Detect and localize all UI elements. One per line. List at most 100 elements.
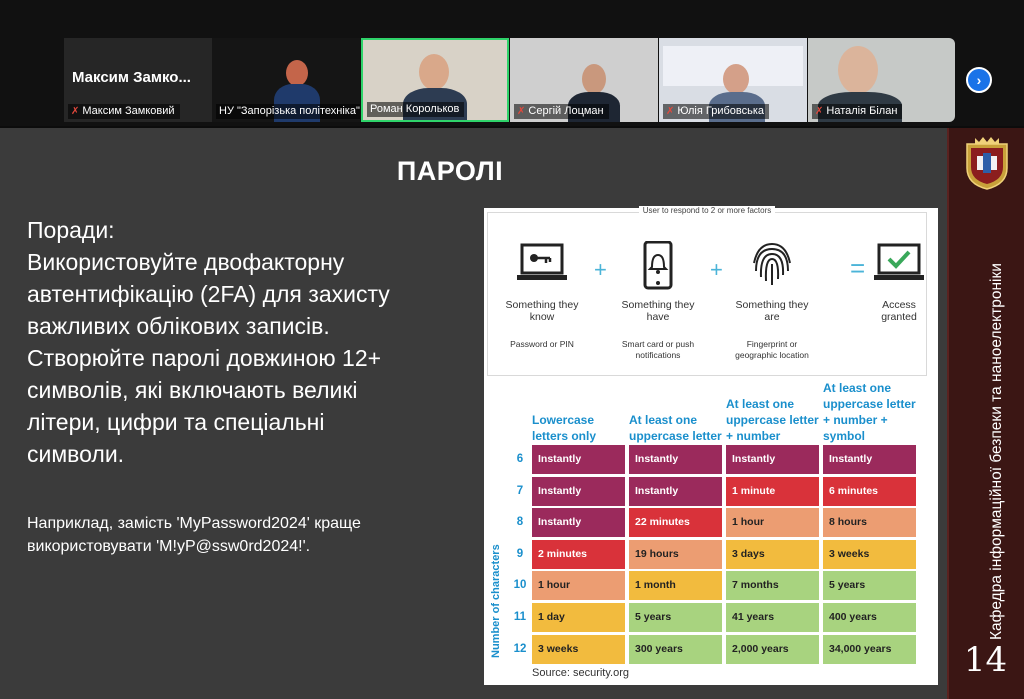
infographic: User to respond to 2 or more factors Som…: [484, 206, 938, 685]
next-page-button[interactable]: ›: [966, 67, 992, 93]
advice-line: символів, які включають великі: [27, 377, 358, 403]
factor-sub: Smart card or push notifications: [621, 339, 695, 360]
participant-name-label: ✗ Сергій Лоцман: [514, 104, 609, 119]
password-crack-time-table: Number of characters Lowercase letters o…: [488, 378, 934, 664]
table-cell: 34,000 years: [823, 634, 916, 664]
column-header: At least one uppercase letter: [629, 413, 722, 443]
table-cell: Instantly: [532, 508, 625, 538]
participant-name-label: ✗ Юлія Грибовська: [663, 104, 770, 119]
example-text: Наприклад, замість 'MyPassword2024' кращ…: [27, 512, 487, 558]
participant-video: [286, 60, 308, 86]
factor-label: Something they know: [505, 299, 579, 323]
table-cell: 2 minutes: [532, 539, 625, 569]
mfa-caption: User to respond to 2 or more factors: [638, 206, 776, 215]
table-cell: 5 years: [629, 603, 722, 632]
table-cell: 1 minute: [726, 476, 819, 506]
fingerprint-icon: [732, 241, 812, 293]
table-cell: 1 hour: [532, 571, 625, 601]
equals-icon: =: [850, 253, 866, 283]
factor-label: Access granted: [881, 299, 917, 323]
table-cell: 2,000 years: [726, 634, 819, 664]
row-label: 10: [513, 579, 527, 592]
table-cell: 1 month: [629, 571, 722, 601]
participant-video: [582, 64, 606, 94]
chart-source: Source: security.org: [532, 667, 630, 679]
slide-page-number: 14: [963, 640, 1008, 680]
example-line: Наприклад, замість 'MyPassword2024' кращ…: [27, 515, 361, 532]
table-cell: Instantly: [629, 445, 722, 474]
mic-muted-icon: ✗: [815, 106, 824, 117]
table-cell: 3 days: [726, 539, 819, 569]
row-label: 11: [513, 611, 527, 623]
factor-sub: Fingerprint or geographic location: [735, 339, 809, 360]
laptop-key-icon: [502, 241, 582, 293]
table-cell: 3 weeks: [532, 634, 625, 664]
factor-access: Access granted: [868, 241, 930, 323]
column-header: At least one uppercase letter + number +…: [823, 381, 916, 443]
advice-line: Поради:: [27, 217, 115, 243]
participant-tile[interactable]: ✗ Сергій Лоцман: [510, 38, 658, 122]
row-label: 8: [516, 516, 524, 529]
table-cell: 22 minutes: [629, 508, 722, 538]
row-label: 12: [513, 642, 527, 655]
factor-sub: Password or PIN: [510, 339, 574, 349]
table-cell: Instantly: [823, 445, 916, 474]
advice-line: важливих облікових записів.: [27, 313, 330, 339]
row-label: 7: [516, 484, 524, 497]
advice-text: Поради: Використовуйте двофакторну автен…: [27, 214, 487, 470]
table-cell: 7 months: [726, 571, 819, 601]
participant-tile[interactable]: ✗ Наталія Білан: [808, 38, 955, 122]
table-cell: 300 years: [629, 634, 722, 664]
participant-name-label: ✗ Наталія Білан: [812, 104, 903, 119]
mic-muted-icon: ✗: [517, 106, 526, 117]
participant-strip: Максим Замко... ✗ Максим Замковий НУ "Зап…: [0, 0, 1024, 126]
factor-label: Something they have: [621, 299, 695, 323]
factor-label: Something they are: [735, 299, 809, 323]
participant-tile[interactable]: НУ "Запорізька політехніка": [212, 38, 360, 122]
plus-icon: +: [710, 257, 723, 282]
participant-video: [723, 64, 749, 94]
table-cell: Instantly: [629, 476, 722, 506]
table-cell: 6 minutes: [823, 476, 916, 506]
mfa-diagram: User to respond to 2 or more factors Som…: [487, 206, 930, 376]
chart-ylabel: Number of characters: [490, 544, 502, 658]
university-crest-icon: [966, 137, 1008, 190]
advice-line: автентифікацію (2FA) для захисту: [27, 281, 390, 307]
table-cell: Instantly: [532, 476, 625, 506]
table-cell: 1 hour: [726, 508, 819, 538]
table-cell: 3 weeks: [823, 539, 916, 569]
participant-tile[interactable]: Максим Замко... ✗ Максим Замковий: [64, 38, 212, 122]
table-cell: Instantly: [532, 445, 625, 474]
advice-line: Створюйте паролі довжиною 12+: [27, 345, 382, 371]
column-header: Lowercase letters only: [532, 413, 597, 443]
participant-tile[interactable]: ✗ Юлія Грибовська: [659, 38, 807, 122]
table-cell: 8 hours: [823, 508, 916, 538]
advice-line: Використовуйте двофакторну: [27, 249, 345, 275]
mic-muted-icon: ✗: [71, 106, 80, 117]
department-sidebar: [947, 128, 1024, 699]
advice-line: символи.: [27, 441, 125, 467]
participant-placeholder-name: Максим Замко...: [72, 69, 191, 86]
phone-bell-icon: [618, 240, 698, 293]
factor-are: Something they are Fingerprint or geogra…: [732, 241, 812, 361]
row-label: 6: [516, 453, 524, 465]
advice-line: літери, цифри та спеціальні: [27, 409, 325, 435]
participant-name-label: Роман Корольков: [367, 102, 465, 117]
factor-know: Something they know Password or PIN: [502, 241, 582, 350]
table-cell: 41 years: [726, 603, 819, 632]
row-label: 9: [516, 547, 524, 560]
table-cell: 1 day: [532, 603, 625, 632]
participant-name-label: НУ "Запорізька політехніка": [216, 104, 360, 119]
participant-video: [838, 46, 878, 94]
table-cell: Instantly: [726, 445, 819, 474]
table-cell: 5 years: [823, 571, 916, 601]
table-cell: 400 years: [823, 603, 916, 632]
participant-video: [419, 54, 449, 90]
example-line: використовувати 'M!yP@ssw0rd2024!'.: [27, 538, 311, 555]
chevron-right-icon: ›: [976, 72, 982, 88]
factor-have: Something they have Smart card or push n…: [618, 240, 698, 361]
participant-tile-speaking[interactable]: Роман Корольков: [361, 38, 509, 122]
department-name: Кафедра інформаційної безпеки та наноеле…: [988, 263, 1005, 640]
table-cell: 19 hours: [629, 539, 722, 569]
slide-title: ПАРОЛІ: [396, 156, 504, 186]
